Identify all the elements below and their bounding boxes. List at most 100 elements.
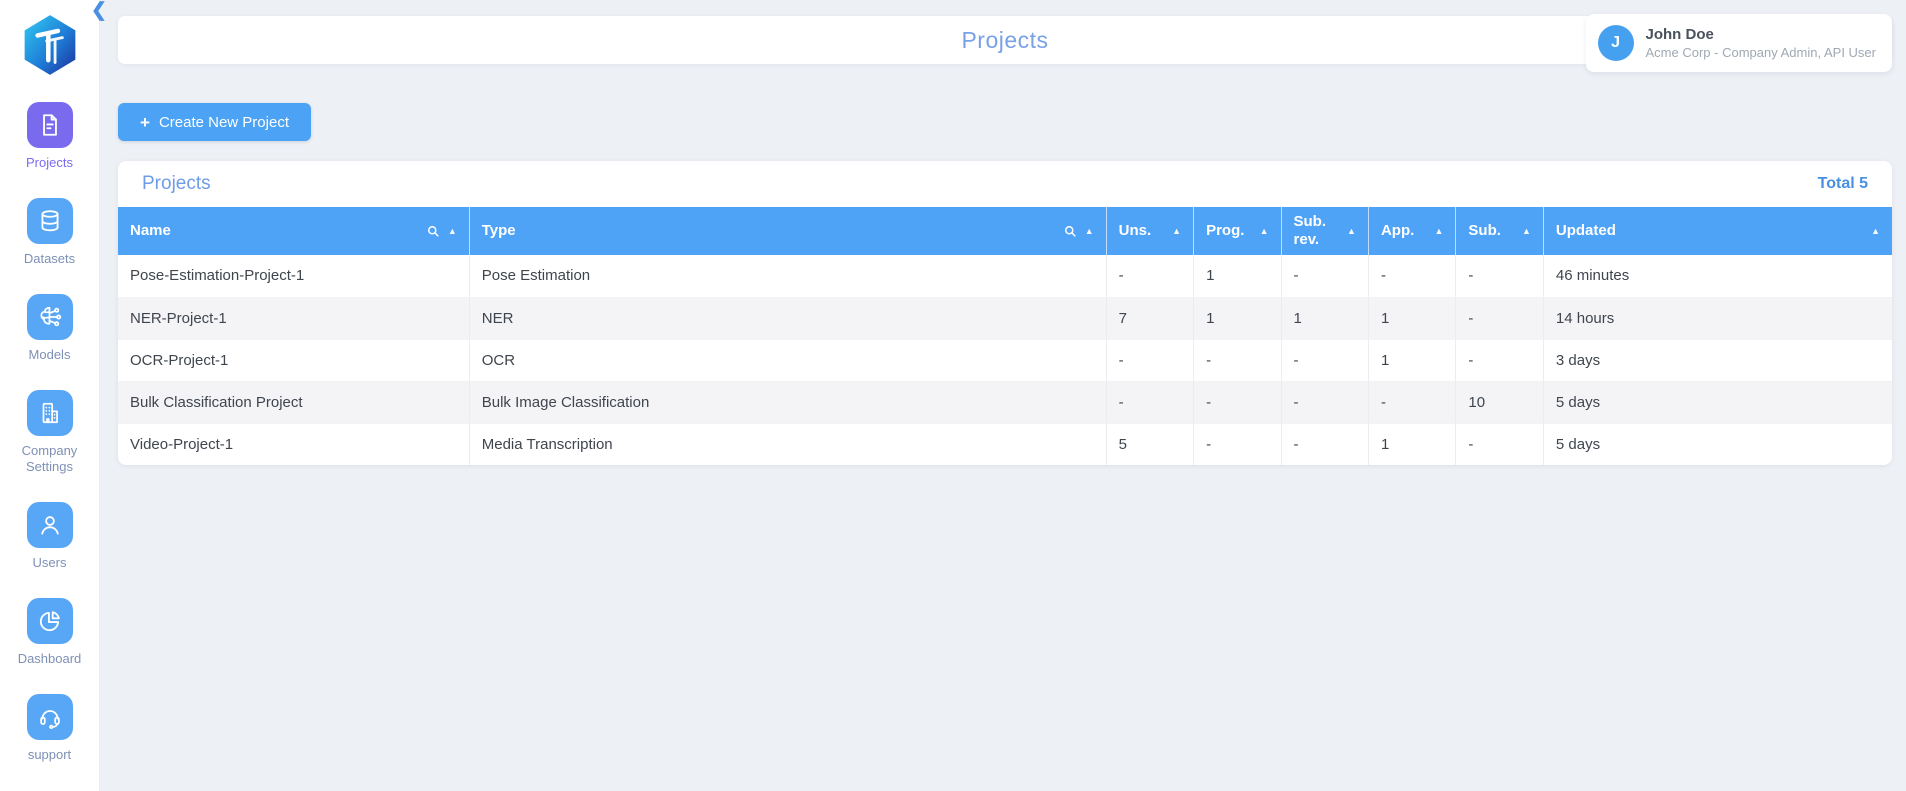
cell-app: - bbox=[1368, 255, 1457, 298]
sort-asc-icon[interactable]: ▲ bbox=[1260, 226, 1269, 236]
column-header-updated[interactable]: Updated ▲ bbox=[1543, 207, 1892, 255]
sort-asc-icon[interactable]: ▲ bbox=[1085, 226, 1094, 236]
sidebar-item-projects[interactable]: Projects bbox=[11, 102, 89, 171]
column-header-prog[interactable]: Prog. ▲ bbox=[1193, 207, 1282, 255]
cell-sub-rev: - bbox=[1281, 339, 1369, 382]
column-header-type[interactable]: Type ▲ bbox=[469, 207, 1107, 255]
sidebar-collapse-icon[interactable]: ❮ bbox=[91, 0, 107, 22]
cell-sub-rev: - bbox=[1281, 423, 1369, 465]
sidebar-item-dashboard[interactable]: Dashboard bbox=[11, 598, 89, 667]
cell-type: Media Transcription bbox=[469, 423, 1107, 465]
document-icon bbox=[26, 102, 73, 148]
cell-type: NER bbox=[469, 297, 1107, 340]
cell-name[interactable]: Video-Project-1 bbox=[118, 423, 470, 465]
column-header-name[interactable]: Name ▲ bbox=[118, 207, 470, 255]
table-header-row: Name ▲ Type ▲ Uns. ▲ Prog. ▲ Sub. rev. ▲… bbox=[118, 207, 1892, 255]
create-button-label: Create New Project bbox=[158, 113, 289, 131]
cell-name[interactable]: NER-Project-1 bbox=[118, 297, 470, 340]
user-role: Acme Corp - Company Admin, API User bbox=[1645, 45, 1876, 60]
sort-asc-icon[interactable]: ▲ bbox=[1172, 226, 1181, 236]
cell-prog: - bbox=[1193, 381, 1282, 424]
hexagon-logo-icon bbox=[24, 15, 75, 75]
table-row[interactable]: Pose-Estimation-Project-1 Pose Estimatio… bbox=[118, 255, 1892, 298]
cell-app: - bbox=[1368, 381, 1457, 424]
user-icon bbox=[26, 502, 73, 548]
cell-app: 1 bbox=[1368, 423, 1457, 465]
projects-table: Name ▲ Type ▲ Uns. ▲ Prog. ▲ Sub. rev. ▲… bbox=[118, 207, 1892, 465]
cell-type: OCR bbox=[469, 339, 1107, 382]
cell-prog: 1 bbox=[1193, 297, 1282, 340]
sidebar-item-label: support bbox=[27, 747, 72, 762]
column-header-uns[interactable]: Uns. ▲ bbox=[1106, 207, 1195, 255]
cell-sub: - bbox=[1455, 255, 1544, 298]
page-title: Projects bbox=[961, 26, 1049, 53]
cell-name[interactable]: Pose-Estimation-Project-1 bbox=[118, 255, 470, 298]
cell-uns: - bbox=[1106, 255, 1195, 298]
table-row[interactable]: Bulk Classification Project Bulk Image C… bbox=[118, 381, 1892, 424]
sidebar-item-label: Models bbox=[28, 347, 71, 362]
sidebar-item-label: Dashboard bbox=[17, 651, 82, 666]
main-content: ❮ Projects J John Doe Acme Corp - Compan… bbox=[91, 0, 1906, 791]
sidebar-item-label: Projects bbox=[26, 155, 73, 170]
database-icon bbox=[26, 198, 73, 244]
sort-asc-icon[interactable]: ▲ bbox=[1522, 226, 1531, 236]
table-row[interactable]: OCR-Project-1 OCR - - - 1 - 3 days bbox=[118, 339, 1892, 382]
create-new-project-button[interactable]: + Create New Project bbox=[118, 103, 311, 141]
avatar: J bbox=[1597, 25, 1634, 61]
cell-uns: 5 bbox=[1106, 423, 1195, 465]
brain-icon bbox=[26, 294, 73, 340]
column-header-sub[interactable]: Sub. ▲ bbox=[1455, 207, 1544, 255]
cell-type: Bulk Image Classification bbox=[469, 381, 1107, 424]
cell-sub: - bbox=[1455, 423, 1544, 465]
sidebar-item-label: Datasets bbox=[23, 251, 76, 266]
building-icon bbox=[26, 390, 73, 436]
sidebar: Projects Datasets Models Company Setting… bbox=[0, 0, 100, 791]
cell-sub: 10 bbox=[1455, 381, 1544, 424]
user-name: John Doe bbox=[1645, 26, 1714, 43]
headset-icon bbox=[26, 694, 73, 740]
user-menu[interactable]: J John Doe Acme Corp - Company Admin, AP… bbox=[1585, 14, 1892, 72]
sidebar-item-users[interactable]: Users bbox=[11, 502, 89, 571]
card-title: Projects bbox=[142, 173, 211, 194]
table-row[interactable]: Video-Project-1 Media Transcription 5 - … bbox=[118, 423, 1892, 465]
search-icon[interactable] bbox=[1063, 224, 1078, 239]
cell-prog: 1 bbox=[1193, 255, 1282, 298]
cell-sub: - bbox=[1455, 339, 1544, 382]
cell-updated: 46 minutes bbox=[1543, 255, 1892, 298]
cell-uns: - bbox=[1106, 339, 1195, 382]
cell-prog: - bbox=[1193, 339, 1282, 382]
column-header-sub-rev[interactable]: Sub. rev. ▲ bbox=[1281, 207, 1369, 255]
cell-updated: 5 days bbox=[1555, 435, 1601, 453]
cell-type: Pose Estimation bbox=[469, 255, 1107, 298]
sidebar-item-support[interactable]: support bbox=[11, 694, 89, 763]
sidebar-item-label: Users bbox=[32, 555, 67, 570]
cell-updated: 14 hours bbox=[1543, 297, 1892, 340]
cell-uns: 7 bbox=[1106, 297, 1195, 340]
card-header: Projects Total 5 bbox=[118, 161, 1892, 207]
sidebar-item-datasets[interactable]: Datasets bbox=[11, 198, 89, 267]
total-count: Total 5 bbox=[1817, 175, 1868, 192]
plus-icon: + bbox=[140, 112, 150, 132]
sidebar-item-company-settings[interactable]: Company Settings bbox=[11, 390, 89, 475]
sort-asc-icon[interactable]: ▲ bbox=[1871, 226, 1880, 236]
sort-asc-icon[interactable]: ▲ bbox=[1435, 226, 1444, 236]
sidebar-item-label: Company Settings bbox=[21, 443, 78, 474]
cell-updated: 5 days bbox=[1543, 381, 1892, 424]
cell-sub-rev: - bbox=[1281, 255, 1369, 298]
cell-name[interactable]: Bulk Classification Project bbox=[118, 381, 470, 424]
cell-prog: - bbox=[1193, 423, 1282, 465]
column-header-app[interactable]: App. ▲ bbox=[1368, 207, 1457, 255]
cell-sub-rev: 1 bbox=[1281, 297, 1369, 340]
sidebar-item-models[interactable]: Models bbox=[11, 294, 89, 363]
sort-asc-icon[interactable]: ▲ bbox=[1347, 226, 1356, 236]
cell-sub: - bbox=[1455, 297, 1544, 340]
table-row[interactable]: NER-Project-1 NER 7 1 1 1 - 14 hours bbox=[118, 297, 1892, 340]
cell-name[interactable]: OCR-Project-1 bbox=[118, 339, 470, 382]
pie-chart-icon bbox=[26, 598, 73, 644]
app-logo[interactable] bbox=[21, 14, 79, 76]
cell-updated: 3 days bbox=[1543, 339, 1892, 382]
projects-card: Projects Total 5 Name ▲ Type ▲ Uns. ▲ Pr… bbox=[118, 161, 1892, 465]
sort-asc-icon[interactable]: ▲ bbox=[448, 226, 457, 236]
cell-app: 1 bbox=[1368, 339, 1457, 382]
search-icon[interactable] bbox=[426, 224, 441, 239]
